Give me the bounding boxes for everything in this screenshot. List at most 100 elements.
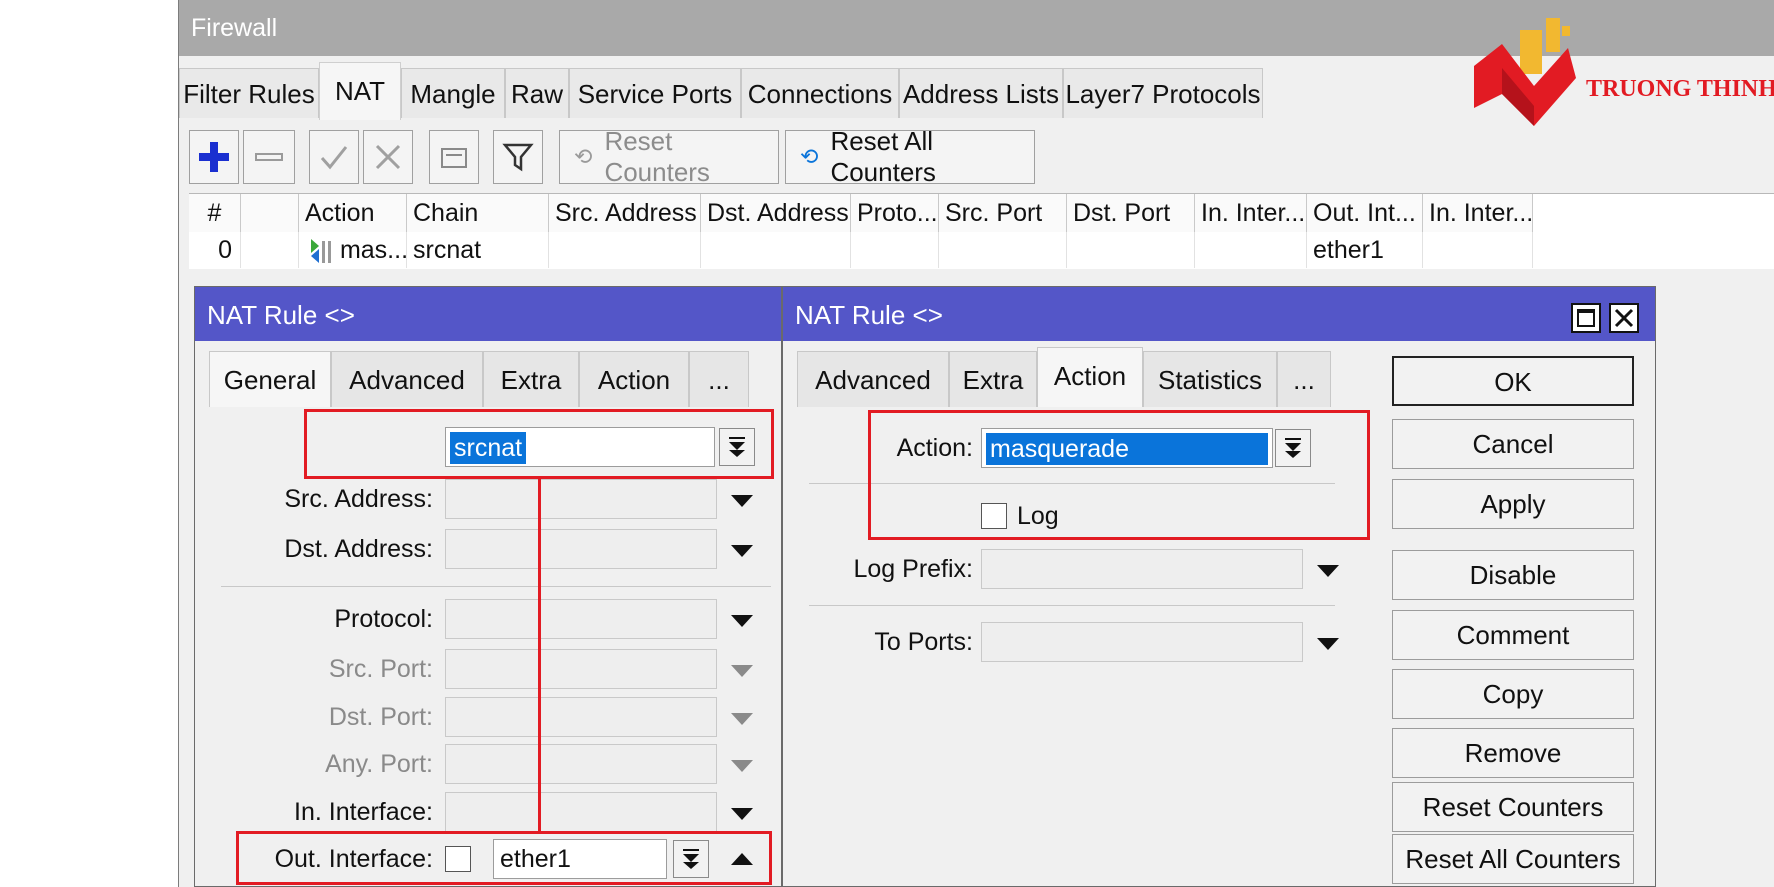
src-port-dropdown-icon [731, 665, 753, 677]
row-number: 0 [189, 232, 241, 268]
filter-button[interactable] [493, 130, 543, 184]
disable-button[interactable] [363, 130, 413, 184]
tab-general[interactable]: General [209, 351, 331, 407]
note-icon [441, 148, 467, 168]
tab-more[interactable]: ... [1277, 351, 1331, 407]
dst-address-dropdown-icon[interactable] [731, 545, 753, 557]
dst-port-field [445, 697, 717, 737]
column-header[interactable]: In. Inter... [1195, 194, 1307, 232]
tab-extra[interactable]: Extra [483, 351, 579, 407]
close-button[interactable] [1609, 303, 1639, 333]
log-prefix-field[interactable] [981, 549, 1303, 589]
close-icon [1614, 308, 1634, 328]
reset-counters-button[interactable]: Reset Counters [1392, 782, 1634, 832]
column-header[interactable]: Src. Address [549, 194, 701, 232]
nat-rules-table: # Action Chain Src. Address Dst. Address… [189, 193, 1774, 269]
enable-button[interactable] [309, 130, 359, 184]
reset-all-counters-label: Reset All Counters [830, 126, 936, 187]
column-header[interactable]: Src. Port [939, 194, 1067, 232]
nat-rule-dialog-general: NAT Rule <> General Advanced Extra Actio… [194, 286, 782, 887]
protocol-dropdown-icon[interactable] [731, 615, 753, 627]
in-interface-dropdown-icon[interactable] [731, 808, 753, 820]
src-address-dropdown-icon[interactable] [731, 495, 753, 507]
disable-button[interactable]: Disable [1392, 550, 1634, 600]
separator [809, 605, 1335, 606]
logo-text: TRUONG THINH [1586, 76, 1774, 102]
maximize-icon [1577, 309, 1595, 327]
row-out-interface: ether1 [1307, 232, 1423, 268]
any-port-field [445, 744, 717, 784]
tab-filter-rules[interactable]: Filter Rules [179, 68, 319, 118]
tab-mangle[interactable]: Mangle [401, 68, 505, 118]
minus-icon [255, 153, 283, 161]
comment-button[interactable]: Comment [1392, 610, 1634, 660]
column-header[interactable]: Action [299, 194, 407, 232]
tab-service-ports[interactable]: Service Ports [569, 68, 741, 118]
tab-nat[interactable]: NAT [319, 62, 401, 120]
src-port-field [445, 649, 717, 689]
column-header[interactable]: Dst. Port [1067, 194, 1195, 232]
tab-advanced[interactable]: Advanced [797, 351, 949, 407]
dst-port-label: Dst. Port: [328, 703, 433, 731]
in-interface-field[interactable] [445, 792, 717, 832]
tab-action[interactable]: Action [1037, 347, 1143, 407]
ok-button[interactable]: OK [1392, 356, 1634, 406]
tab-connections[interactable]: Connections [741, 68, 899, 118]
cancel-button[interactable]: Cancel [1392, 419, 1634, 469]
column-header[interactable]: # [189, 194, 241, 232]
dst-address-label: Dst. Address: [284, 535, 433, 563]
highlight-action [868, 410, 1370, 540]
log-prefix-label: Log Prefix: [853, 555, 973, 583]
protocol-label: Protocol: [334, 605, 433, 633]
highlight-connector [538, 479, 541, 831]
any-port-dropdown-icon [731, 760, 753, 772]
reset-counters-button[interactable]: ⟲ Reset Counters [559, 126, 779, 187]
to-ports-label: To Ports: [874, 628, 973, 656]
to-ports-field[interactable] [981, 622, 1303, 662]
separator [221, 586, 771, 587]
masquerade-icon [311, 239, 331, 264]
logo-mark-icon [1474, 18, 1576, 126]
tab-layer7-protocols[interactable]: Layer7 Protocols [1063, 68, 1263, 118]
reset-all-counters-button[interactable]: Reset All Counters [1392, 834, 1634, 884]
highlight-chain [304, 409, 774, 479]
to-ports-dropdown-icon[interactable] [1317, 638, 1339, 650]
remove-button[interactable] [243, 130, 295, 184]
tab-raw[interactable]: Raw [505, 68, 569, 118]
src-address-label: Src. Address: [284, 485, 433, 513]
dst-address-field[interactable] [445, 529, 717, 569]
in-interface-label: In. Interface: [294, 798, 433, 826]
highlight-out-interface [236, 831, 772, 885]
column-header[interactable]: Out. Int... [1307, 194, 1423, 232]
dialog-title: NAT Rule <> [783, 287, 1655, 341]
column-header[interactable]: Proto... [851, 194, 939, 232]
column-header[interactable] [241, 194, 299, 232]
tab-more[interactable]: ... [689, 351, 749, 407]
comment-button[interactable] [429, 130, 479, 184]
row-action-text: mas... [339, 236, 407, 264]
plus-icon [199, 142, 229, 172]
add-button[interactable] [189, 130, 239, 184]
cross-icon [375, 144, 401, 170]
column-header[interactable]: Dst. Address [701, 194, 851, 232]
reset-icon: ⟲ [574, 144, 593, 169]
protocol-field[interactable] [445, 599, 717, 639]
column-header[interactable]: Chain [407, 194, 549, 232]
any-port-label: Any. Port: [325, 750, 433, 778]
dialog-title: NAT Rule <> [195, 287, 781, 341]
tab-extra[interactable]: Extra [949, 351, 1037, 407]
dst-port-dropdown-icon [731, 713, 753, 725]
check-icon [320, 146, 348, 170]
tab-action[interactable]: Action [579, 351, 689, 407]
remove-button[interactable]: Remove [1392, 728, 1634, 778]
reset-all-counters-button[interactable]: ⟲ Reset All Counters [785, 126, 1035, 187]
tab-advanced[interactable]: Advanced [331, 351, 483, 407]
tab-statistics[interactable]: Statistics [1143, 351, 1277, 407]
tab-address-lists[interactable]: Address Lists [899, 68, 1063, 118]
copy-button[interactable]: Copy [1392, 669, 1634, 719]
src-address-field[interactable] [445, 479, 717, 519]
maximize-button[interactable] [1571, 303, 1601, 333]
log-prefix-dropdown-icon[interactable] [1317, 565, 1339, 577]
apply-button[interactable]: Apply [1392, 479, 1634, 529]
column-header[interactable]: In. Inter... [1423, 194, 1533, 232]
